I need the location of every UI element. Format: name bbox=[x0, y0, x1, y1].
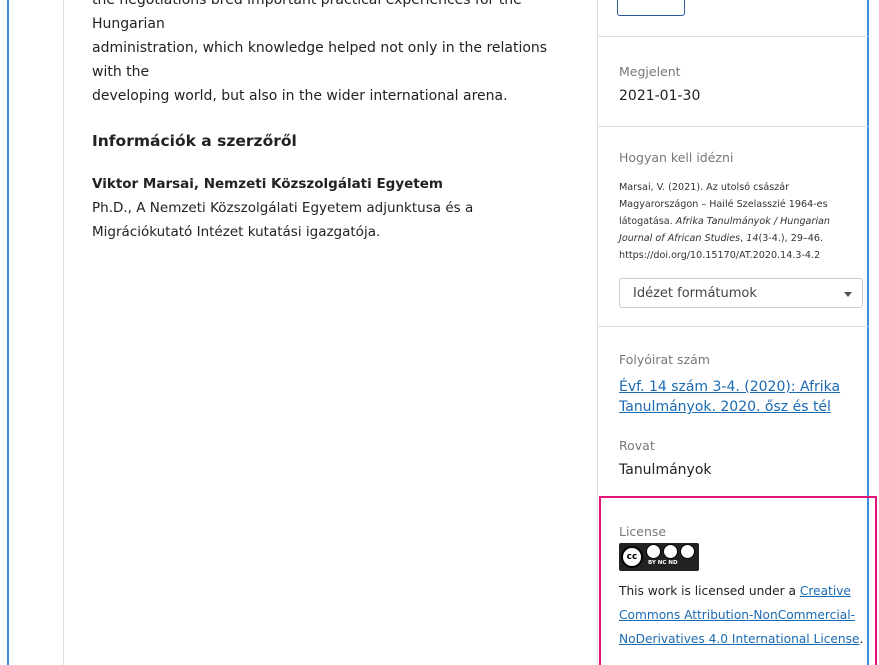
author-name: Viktor Marsai, Nemzeti Közszolgálati Egy… bbox=[92, 176, 443, 192]
abstract-text: the negotiations bred important practica… bbox=[92, 0, 562, 108]
author-bio: Ph.D., A Nemzeti Közszolgálati Egyetem a… bbox=[92, 200, 474, 240]
viewport-left-border bbox=[7, 0, 9, 665]
abstract-line: the negotiations bred important practica… bbox=[92, 0, 522, 32]
sidebar-top-button[interactable] bbox=[617, 0, 685, 16]
citation-label: Hogyan kell idézni bbox=[619, 150, 734, 165]
chevron-down-icon bbox=[844, 292, 852, 297]
content-left-divider bbox=[63, 0, 64, 665]
section-label: Rovat bbox=[619, 438, 655, 453]
published-label: Megjelent bbox=[619, 64, 681, 79]
citation-doi: https://doi.org/10.15170/AT.2020.14.3-4.… bbox=[619, 250, 821, 261]
cc-by-nc-nd-icon[interactable]: cc BY NC ND bbox=[619, 543, 699, 571]
sidebar-divider bbox=[597, 0, 598, 665]
license-text: This work is licensed under a Creative C… bbox=[619, 584, 864, 646]
citation-text: Marsai, V. (2021). Az utolsó császár Mag… bbox=[619, 182, 831, 261]
author-info-heading: Információk a szerzőről bbox=[92, 132, 297, 150]
cc-badge-text: BY NC ND bbox=[648, 560, 678, 566]
sidebar-divider-line bbox=[598, 326, 868, 327]
published-date: 2021-01-30 bbox=[619, 88, 701, 104]
sidebar-divider-line bbox=[598, 126, 868, 127]
abstract-line: administration, which knowledge helped n… bbox=[92, 40, 548, 80]
sidebar-divider-line bbox=[598, 36, 868, 37]
section-value: Tanulmányok bbox=[619, 462, 712, 478]
citation-format-dropdown[interactable]: Idézet formátumok bbox=[619, 278, 863, 308]
abstract-line: developing world, but also in the wider … bbox=[92, 88, 508, 104]
issue-link[interactable]: Évf. 14 szám 3-4. (2020): Afrika Tanulmá… bbox=[619, 377, 859, 417]
citation-format-placeholder: Idézet formátumok bbox=[633, 286, 757, 301]
license-label: License bbox=[619, 524, 667, 539]
issue-label: Folyóirat szám bbox=[619, 352, 710, 367]
